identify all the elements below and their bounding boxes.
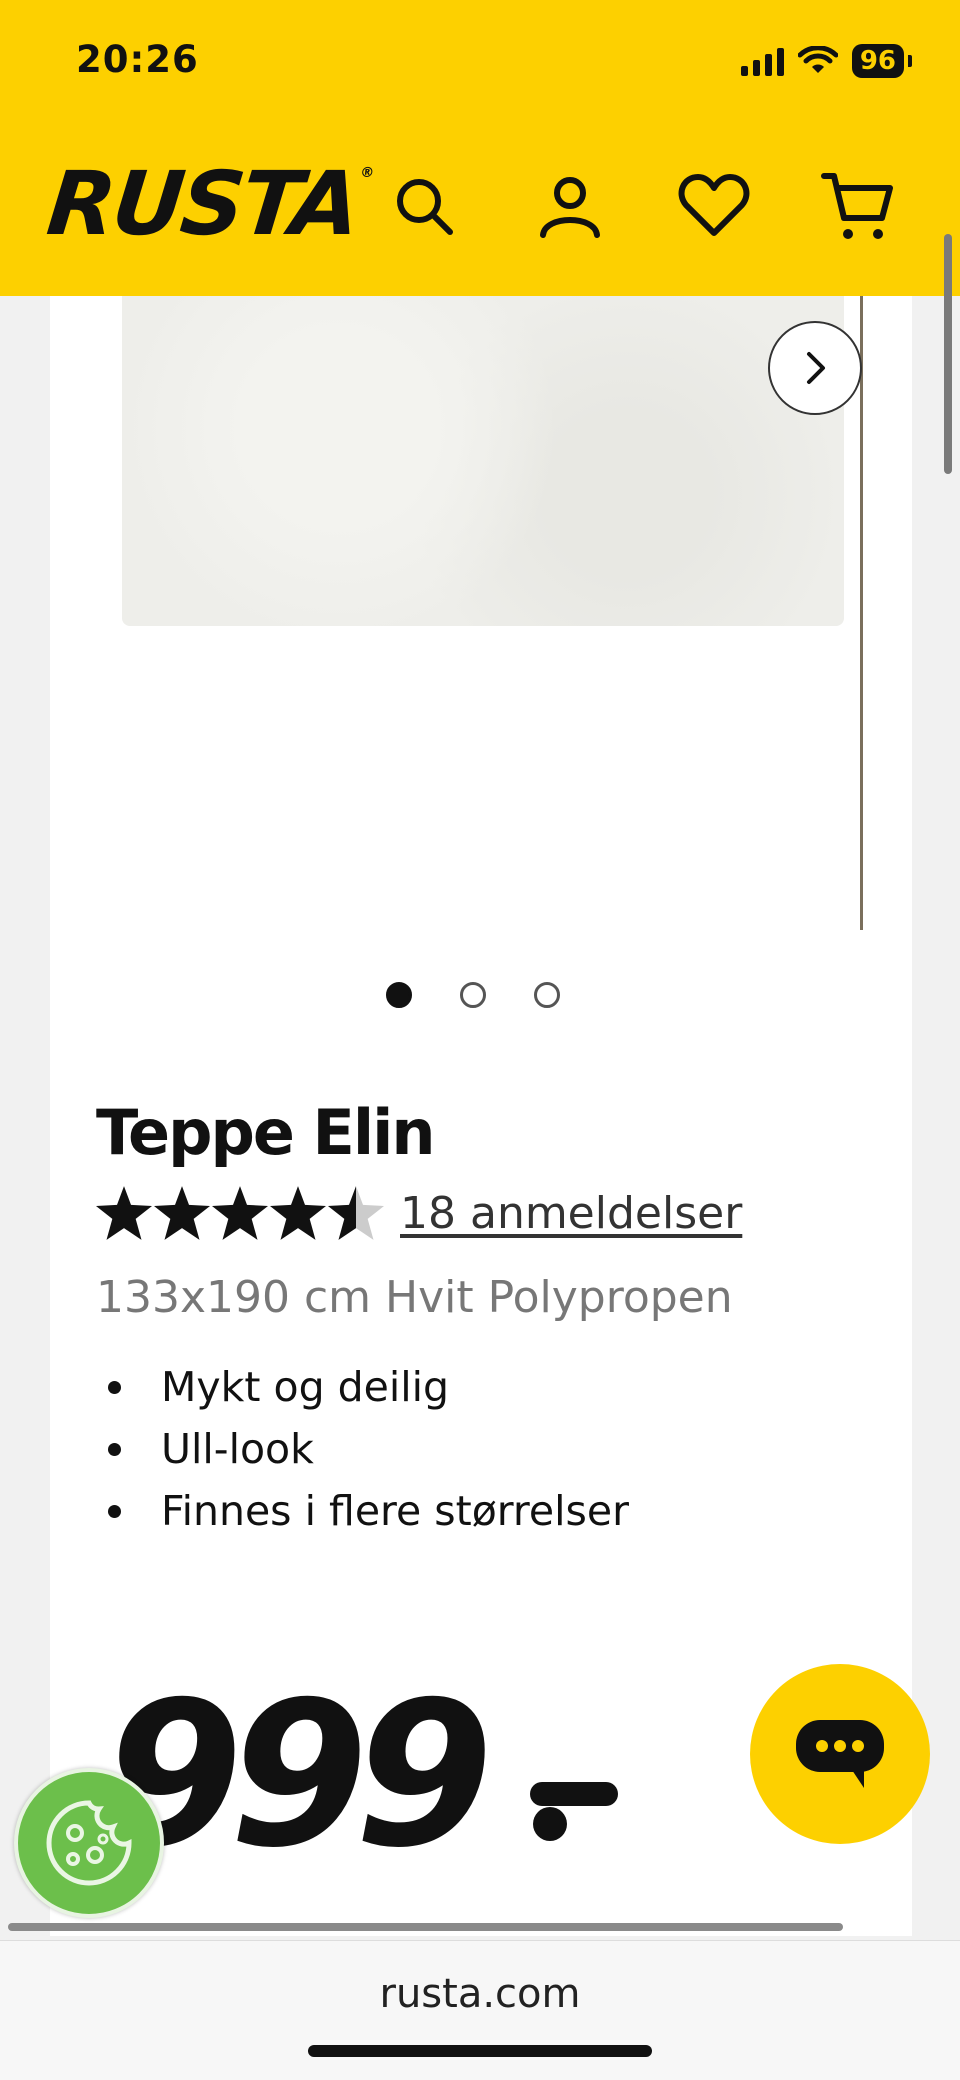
chevron-right-icon [807,352,825,384]
half-star-icon [328,1186,384,1240]
carousel-dot[interactable] [534,982,560,1008]
wifi-icon [797,46,838,73]
carousel-dot[interactable] [386,982,412,1008]
url-label[interactable]: rusta.com [0,1971,960,2017]
signal-icon [740,46,784,76]
cart-icon[interactable] [820,168,896,244]
cookie-icon [46,1800,132,1886]
star-icon [270,1186,326,1240]
battery-tip [908,55,912,67]
chat-icon [796,1720,884,1788]
carousel-dot[interactable] [460,982,486,1008]
home-indicator[interactable] [308,2045,652,2057]
star-rating [96,1186,384,1240]
price-dash [530,1782,618,1841]
cookie-settings-button[interactable] [14,1768,164,1918]
battery-indicator: 96 [851,44,904,78]
star-icon [154,1186,210,1240]
header: 20:26 96 RUSTA® [0,0,960,296]
feature-list: Mykt og deilig Ull-look Finnes i flere s… [108,1356,629,1542]
account-icon[interactable] [532,168,608,244]
list-item: Finnes i flere størrelser [108,1480,629,1542]
horizontal-scrollbar[interactable] [8,1923,843,1931]
browser-address-bar: rusta.com [0,1940,960,2080]
list-item: Mykt og deilig [108,1356,629,1418]
reviews-link[interactable]: 18 anmeldelser [400,1188,742,1239]
list-item: Ull-look [108,1418,629,1480]
carousel-dots [386,982,560,1008]
next-slide-preview [860,296,863,930]
chat-button[interactable] [750,1664,930,1844]
rusta-logo[interactable]: RUSTA® [43,152,372,255]
heart-icon[interactable] [676,168,752,244]
vertical-scrollbar[interactable] [944,234,952,474]
search-icon[interactable] [386,168,462,244]
status-icons: 96 [740,44,912,78]
rating-row: 18 anmeldelser [96,1186,742,1240]
product-title: Teppe Elin [96,1096,435,1169]
next-image-button[interactable] [768,321,862,415]
product-specs: 133x190 cm Hvit Polypropen [96,1272,733,1323]
star-icon [212,1186,268,1240]
status-time: 20:26 [76,38,199,81]
product-image[interactable] [122,296,844,626]
star-icon [96,1186,152,1240]
